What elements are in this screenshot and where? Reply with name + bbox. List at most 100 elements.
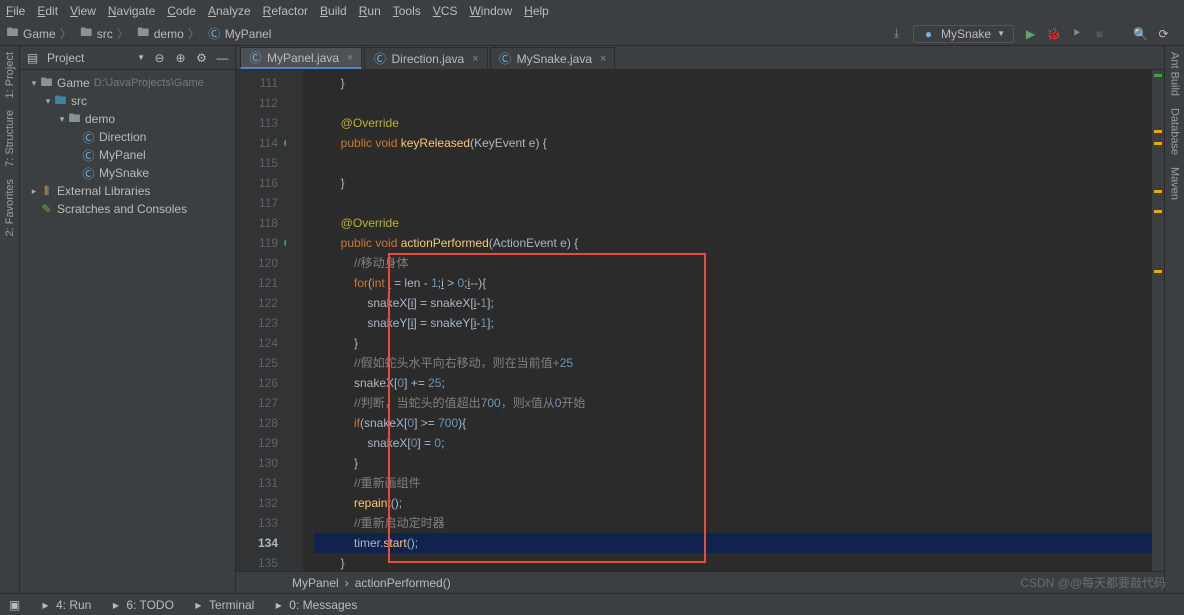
tree-mypanel[interactable]: ⒸMyPanel (20, 146, 235, 164)
code-line[interactable] (314, 193, 1152, 213)
tab-mypanel-java[interactable]: ⒸMyPanel.java× (240, 47, 362, 69)
line-number[interactable]: 128 (236, 413, 278, 433)
tab-mysnake-java[interactable]: ⒸMySnake.java× (490, 47, 616, 69)
code-line[interactable]: //移动身体 (314, 253, 1152, 273)
line-number[interactable]: 124 (236, 333, 278, 353)
line-number[interactable]: 130 (236, 453, 278, 473)
line-number[interactable]: 111 (236, 73, 278, 93)
code-line[interactable]: if(snakeX[0] >= 700){ (314, 413, 1152, 433)
status-terminal[interactable]: ▸Terminal (192, 598, 254, 612)
status-messages[interactable]: ▸0: Messages (272, 598, 357, 612)
line-number[interactable]: 129 (236, 433, 278, 453)
line-number[interactable]: 125 (236, 353, 278, 373)
line-number[interactable]: 116 (236, 173, 278, 193)
breadcrumb-game[interactable]: 🖿Game〉 (6, 25, 72, 42)
menu-navigate[interactable]: Navigate (108, 4, 155, 18)
tree-demo[interactable]: ▾🖿demo (20, 110, 235, 128)
line-number[interactable]: 135 (236, 553, 278, 571)
line-number[interactable]: 126 (236, 373, 278, 393)
fold-column[interactable] (286, 70, 304, 571)
build-icon[interactable]: ⤓ (890, 27, 903, 40)
rail-database[interactable]: Database (1169, 108, 1181, 155)
coverage-icon[interactable]: ⯈ (1070, 27, 1083, 40)
menu-window[interactable]: Window (469, 4, 512, 18)
line-number[interactable]: 118 (236, 213, 278, 233)
menu-file[interactable]: File (6, 4, 25, 18)
tree-game[interactable]: ▾🖿GameD:\JavaProjects\Game (20, 74, 235, 92)
code-line[interactable]: } (314, 73, 1152, 93)
code-line[interactable]: public void actionPerformed(ActionEvent … (314, 233, 1152, 253)
code-editor[interactable]: } @Override public void keyReleased(KeyE… (304, 70, 1152, 571)
rail-structure[interactable]: 7: Structure (4, 110, 16, 167)
menu-vcs[interactable]: VCS (433, 4, 458, 18)
rail-antbuild[interactable]: Ant Build (1169, 52, 1181, 96)
line-number[interactable]: 113 (236, 113, 278, 133)
run-icon[interactable]: ▶ (1024, 27, 1037, 40)
project-tree[interactable]: ▾🖿GameD:\JavaProjects\Game▾🖿src▾🖿demoⒸDi… (20, 70, 235, 222)
tree-mysnake[interactable]: ⒸMySnake (20, 164, 235, 182)
code-line[interactable]: //重新画组件 (314, 473, 1152, 493)
code-line[interactable]: public void keyReleased(KeyEvent e) { (314, 133, 1152, 153)
code-line[interactable]: for(int i = len - 1;i > 0;i--){ (314, 273, 1152, 293)
code-line[interactable] (314, 93, 1152, 113)
chevron-down-icon[interactable]: ▼ (137, 53, 145, 62)
line-number[interactable]: 133 (236, 513, 278, 533)
rail-maven[interactable]: Maven (1169, 167, 1181, 200)
line-number[interactable]: 131 (236, 473, 278, 493)
menu-analyze[interactable]: Analyze (208, 4, 251, 18)
line-number[interactable]: 132 (236, 493, 278, 513)
code-line[interactable]: snakeX[0] += 25; (314, 373, 1152, 393)
gear-icon[interactable]: ⚙ (195, 51, 208, 64)
crumb-class[interactable]: MyPanel (292, 576, 339, 590)
rail-project[interactable]: 1: Project (4, 52, 16, 98)
code-line[interactable]: } (314, 333, 1152, 353)
status-run[interactable]: ▸4: Run (39, 598, 91, 612)
code-line[interactable]: @Override (314, 213, 1152, 233)
breadcrumb-src[interactable]: 🖿src〉 (80, 25, 129, 42)
menu-code[interactable]: Code (167, 4, 196, 18)
breadcrumb-demo[interactable]: 🖿demo〉 (137, 25, 200, 42)
tool-window-icon[interactable]: ▣ (8, 598, 21, 611)
code-line[interactable]: snakeX[0] = 0; (314, 433, 1152, 453)
code-line[interactable]: } (314, 553, 1152, 571)
menu-edit[interactable]: Edit (37, 4, 58, 18)
menu-build[interactable]: Build (320, 4, 347, 18)
error-stripe[interactable] (1152, 70, 1164, 571)
tree-external-libraries[interactable]: ▸⫴External Libraries (20, 182, 235, 200)
tree-direction[interactable]: ⒸDirection (20, 128, 235, 146)
line-number[interactable]: 114 (236, 133, 278, 153)
update-icon[interactable]: ⟳ (1157, 27, 1170, 40)
close-icon[interactable]: × (347, 52, 353, 64)
code-line[interactable]: snakeX[i] = snakeX[i-1]; (314, 293, 1152, 313)
line-number[interactable]: 119 (236, 233, 278, 253)
line-number[interactable]: 115 (236, 153, 278, 173)
line-gutter[interactable]: 1111121131141151161171181191201211221231… (236, 70, 286, 571)
collapse-icon[interactable]: ⊖ (153, 51, 166, 64)
tab-direction-java[interactable]: ⒸDirection.java× (364, 47, 487, 69)
search-icon[interactable]: 🔍 (1134, 27, 1147, 40)
tree-src[interactable]: ▾🖿src (20, 92, 235, 110)
code-line[interactable] (314, 153, 1152, 173)
line-number[interactable]: 112 (236, 93, 278, 113)
code-line[interactable]: repaint(); (314, 493, 1152, 513)
code-line[interactable]: //假如蛇头水平向右移动，则在当前值+25 (314, 353, 1152, 373)
line-number[interactable]: 127 (236, 393, 278, 413)
code-line[interactable]: snakeY[i] = snakeY[i-1]; (314, 313, 1152, 333)
menu-tools[interactable]: Tools (393, 4, 421, 18)
line-number[interactable]: 120 (236, 253, 278, 273)
line-number[interactable]: 121 (236, 273, 278, 293)
breadcrumb-mypanel[interactable]: ⒸMyPanel (208, 27, 272, 41)
line-number[interactable]: 134 (236, 533, 278, 553)
menu-run[interactable]: Run (359, 4, 381, 18)
crumb-method[interactable]: actionPerformed() (355, 576, 451, 590)
debug-icon[interactable]: 🐞 (1047, 27, 1060, 40)
code-line[interactable]: timer.start(); (314, 533, 1152, 553)
menu-refactor[interactable]: Refactor (263, 4, 308, 18)
stop-icon[interactable]: ■ (1093, 27, 1106, 40)
code-line[interactable]: //判断，当蛇头的值超出700，则x值从0开始 (314, 393, 1152, 413)
tree-scratches-and-consoles[interactable]: ✎Scratches and Consoles (20, 200, 235, 218)
hide-icon[interactable]: — (216, 51, 229, 64)
target-icon[interactable]: ⊕ (174, 51, 187, 64)
line-number[interactable]: 123 (236, 313, 278, 333)
close-icon[interactable]: × (600, 53, 606, 65)
